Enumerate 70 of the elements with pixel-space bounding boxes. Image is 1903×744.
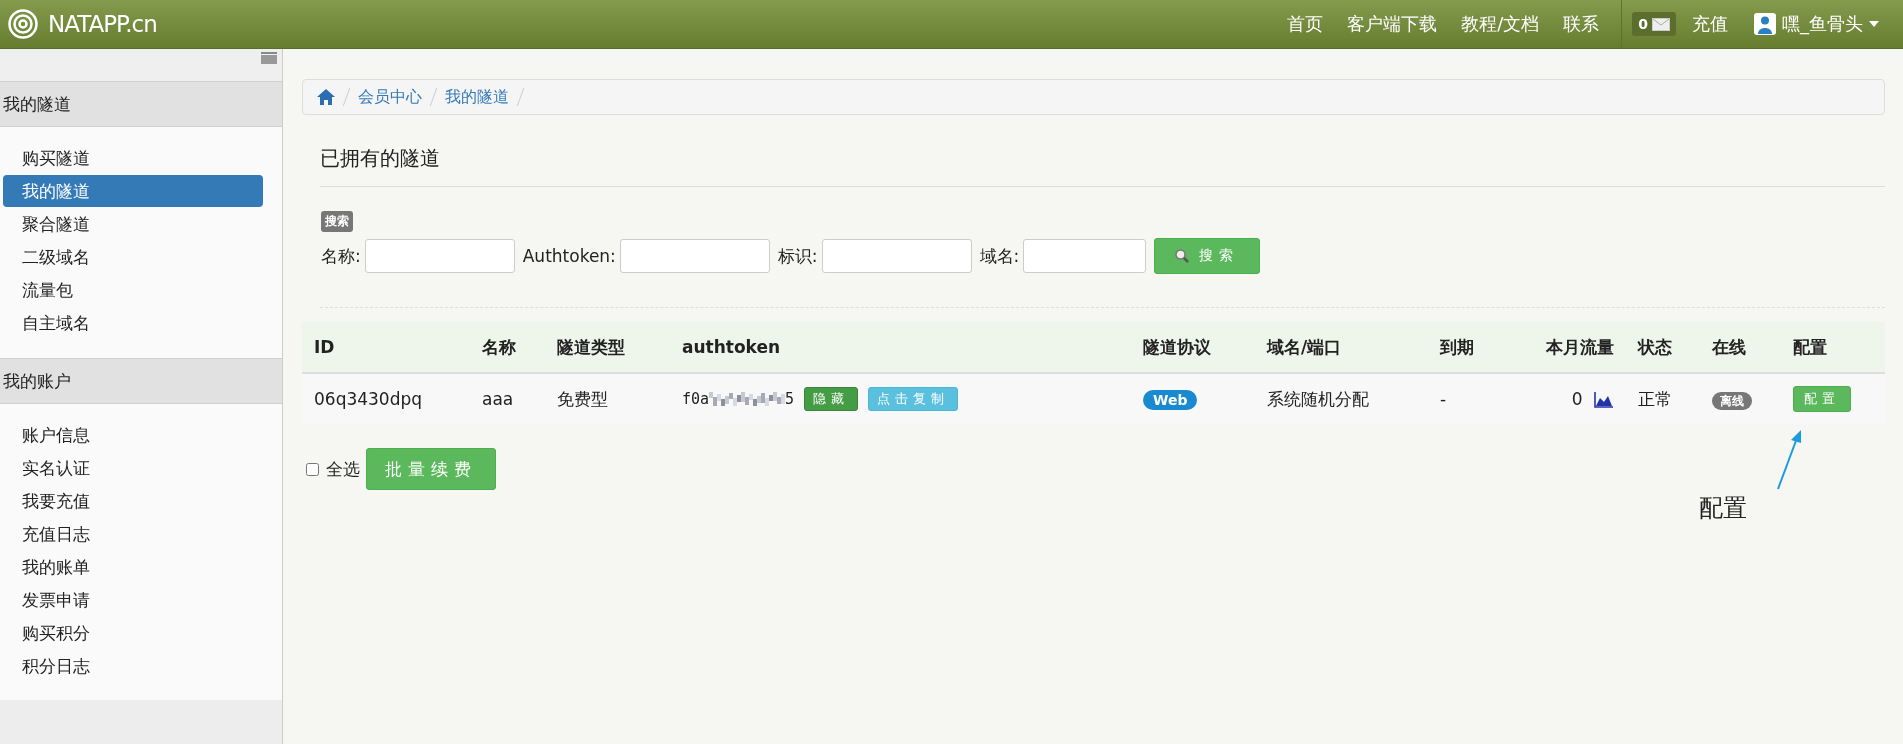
sidebar-item[interactable]: 自主域名	[3, 307, 263, 339]
search-label: 搜索	[321, 211, 353, 232]
brand-name[interactable]: NATAPP.cn	[48, 11, 157, 37]
offline-badge: 离线	[1712, 391, 1752, 410]
sidebar-section-header[interactable]: 我的账户	[0, 358, 282, 404]
page-title: 已拥有的隧道	[320, 145, 441, 172]
menu-icon[interactable]	[261, 52, 277, 64]
column-header: 本月流量	[1546, 336, 1614, 357]
hide-button[interactable]: 隐藏	[804, 387, 859, 411]
authtoken-start: f0a	[682, 390, 710, 408]
message-button[interactable]: 0	[1632, 12, 1676, 36]
breadcrumb-link[interactable]: 会员中心	[358, 86, 422, 108]
sidebar-item[interactable]: 发票申请	[3, 584, 263, 616]
table-cell: aaa	[482, 389, 514, 409]
column-header: 名称	[482, 336, 516, 357]
column-header: ID	[314, 337, 335, 357]
sidebar-item[interactable]: 我要充值	[3, 485, 263, 517]
table-cell: -	[1440, 389, 1447, 409]
table-cell: 06q3430dpq	[314, 389, 423, 409]
checkbox-label: 全选	[326, 458, 360, 481]
field-label: Authtoken:	[522, 246, 616, 266]
column-header: authtoken	[682, 337, 781, 357]
field-label: 名称:	[321, 244, 361, 268]
concentric-circles-icon	[8, 9, 38, 39]
sidebar-item[interactable]: 充值日志	[3, 518, 263, 550]
recharge-link[interactable]: 充值	[1680, 12, 1740, 36]
column-header: 域名/端口	[1267, 336, 1342, 357]
column-header: 隧道协议	[1143, 336, 1211, 357]
sidebar-item[interactable]: 实名认证	[3, 452, 263, 484]
nav-link[interactable]: 联系	[1551, 12, 1612, 36]
sidebar-item[interactable]: 二级域名	[3, 241, 263, 273]
field-label: 标识:	[777, 244, 818, 268]
nav-link[interactable]: 教程/文档	[1449, 12, 1552, 36]
sidebar-item[interactable]: 聚合隧道	[3, 208, 263, 240]
user-icon	[1754, 13, 1776, 35]
user-menu[interactable]: 嘿_鱼骨头	[1754, 12, 1879, 36]
authtoken-end: 5	[785, 390, 795, 408]
breadcrumb-link[interactable]: 我的隧道	[445, 86, 509, 108]
column-header: 隧道类型	[557, 336, 625, 357]
column-header: 状态	[1638, 336, 1672, 357]
area-chart-icon[interactable]	[1594, 392, 1614, 408]
input-field[interactable]	[619, 239, 770, 273]
field-label: 域名:	[979, 244, 1020, 268]
search-icon	[1175, 249, 1190, 263]
column-header: 配置	[1793, 336, 1827, 357]
envelope-icon	[1652, 17, 1670, 31]
sidebar-item[interactable]: 购买隧道	[3, 142, 263, 174]
column-header: 到期	[1440, 336, 1474, 357]
table-cell: 免费型	[557, 388, 608, 409]
sidebar-section-header[interactable]: 我的隧道	[0, 81, 282, 127]
input-field[interactable]	[364, 239, 515, 273]
table-cell: 正常	[1638, 388, 1672, 409]
sidebar-item[interactable]: 流量包	[3, 274, 263, 306]
nav-link[interactable]: 客户端下载	[1335, 12, 1450, 36]
sidebar-item[interactable]: 账户信息	[3, 419, 263, 451]
column-header: 在线	[1712, 336, 1746, 357]
caret-icon	[1869, 21, 1879, 27]
nav-link[interactable]: 首页	[1275, 12, 1336, 36]
table-cell: 系统随机分配	[1267, 388, 1369, 409]
sidebar-item[interactable]: 我的隧道	[3, 175, 263, 207]
protocol-badge: Web	[1143, 390, 1198, 410]
table-cell: 0	[1571, 389, 1583, 409]
sidebar-item[interactable]: 积分日志	[3, 650, 263, 682]
home-icon[interactable]	[317, 89, 335, 105]
sidebar-item[interactable]: 我的账单	[3, 551, 263, 583]
annotation-label: 配置	[1699, 493, 1747, 524]
input-field[interactable]	[1023, 239, 1147, 273]
sidebar-item[interactable]: 购买积分	[3, 617, 263, 649]
input-field[interactable]	[821, 239, 972, 273]
select-all-checkbox[interactable]	[306, 463, 319, 476]
